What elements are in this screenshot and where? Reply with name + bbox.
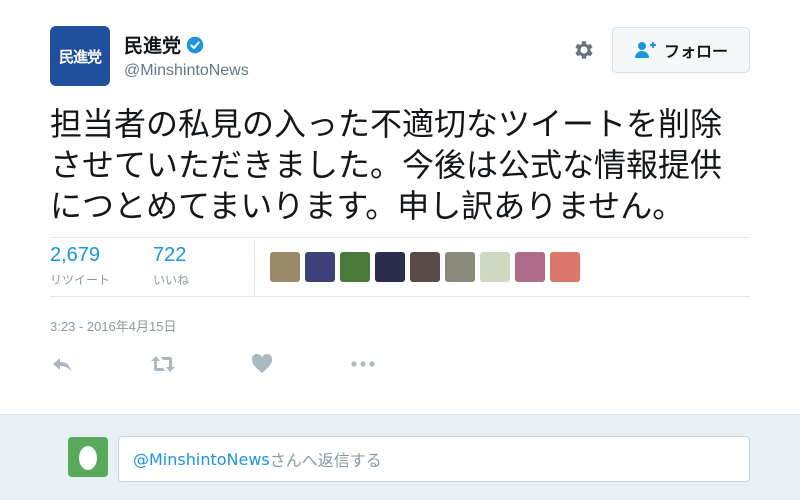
author-name[interactable]: 民進党 <box>124 31 204 58</box>
tweet-actions <box>50 352 450 376</box>
tweet-line: 担当者の私見の入った不適切なツイートを削除 <box>50 105 723 143</box>
author-avatar[interactable]: 民進党 <box>50 26 110 86</box>
author-handle[interactable]: @MinshintoNews <box>124 62 249 80</box>
more-icon <box>351 361 375 367</box>
retweet-label: リツイート <box>50 273 111 287</box>
retweet-count: 2,679 <box>50 244 101 266</box>
like-label: いいね <box>153 273 190 287</box>
liker-avatar[interactable] <box>480 252 510 282</box>
tweet-line: につとめてまいります。申し訳ありません。 <box>50 187 685 225</box>
egg-icon <box>79 446 97 470</box>
liker-avatar[interactable] <box>515 252 545 282</box>
liker-avatar[interactable] <box>270 252 300 282</box>
more-button[interactable] <box>350 352 450 376</box>
liker-avatar[interactable] <box>305 252 335 282</box>
user-avatar <box>68 437 108 477</box>
liker-avatar[interactable] <box>340 252 370 282</box>
reply-area: @MinshintoNews さんへ返信する <box>0 414 800 500</box>
reply-button[interactable] <box>50 352 150 376</box>
liker-avatars <box>270 252 585 282</box>
like-button[interactable] <box>250 352 350 376</box>
display-name-text: 民進党 <box>124 35 182 57</box>
add-user-icon <box>634 42 656 58</box>
heart-icon <box>251 353 273 373</box>
reply-input[interactable]: @MinshintoNews さんへ返信する <box>118 436 750 482</box>
liker-avatar[interactable] <box>445 252 475 282</box>
divider-top <box>50 237 750 238</box>
like-count: 722 <box>153 244 187 266</box>
stats-divider <box>254 240 255 296</box>
tweet-line: させていただきました。今後は公式な情報提供 <box>50 146 723 184</box>
liker-avatar[interactable] <box>550 252 580 282</box>
liker-avatar[interactable] <box>375 252 405 282</box>
reply-placeholder: さんへ返信する <box>269 451 382 470</box>
tweet-timestamp[interactable]: 3:23 - 2016年4月15日 <box>50 316 176 335</box>
follow-button-label: フォロー <box>663 42 728 61</box>
divider-bottom <box>50 296 750 297</box>
retweet-stat[interactable]: 2,679 リツイート <box>50 244 110 288</box>
gear-icon[interactable] <box>572 38 596 62</box>
reply-icon <box>53 358 71 371</box>
verified-badge-icon <box>186 36 204 53</box>
liker-avatar[interactable] <box>410 252 440 282</box>
retweet-button[interactable] <box>150 352 250 376</box>
follow-button[interactable]: フォロー <box>612 27 750 73</box>
retweet-icon <box>151 356 175 372</box>
reply-mention: @MinshintoNews <box>133 449 270 469</box>
like-stat[interactable]: 722 いいね <box>153 244 189 288</box>
tweet-text: 担当者の私見の入った不適切なツイートを削除 させていただきました。今後は公式な情… <box>50 104 760 227</box>
